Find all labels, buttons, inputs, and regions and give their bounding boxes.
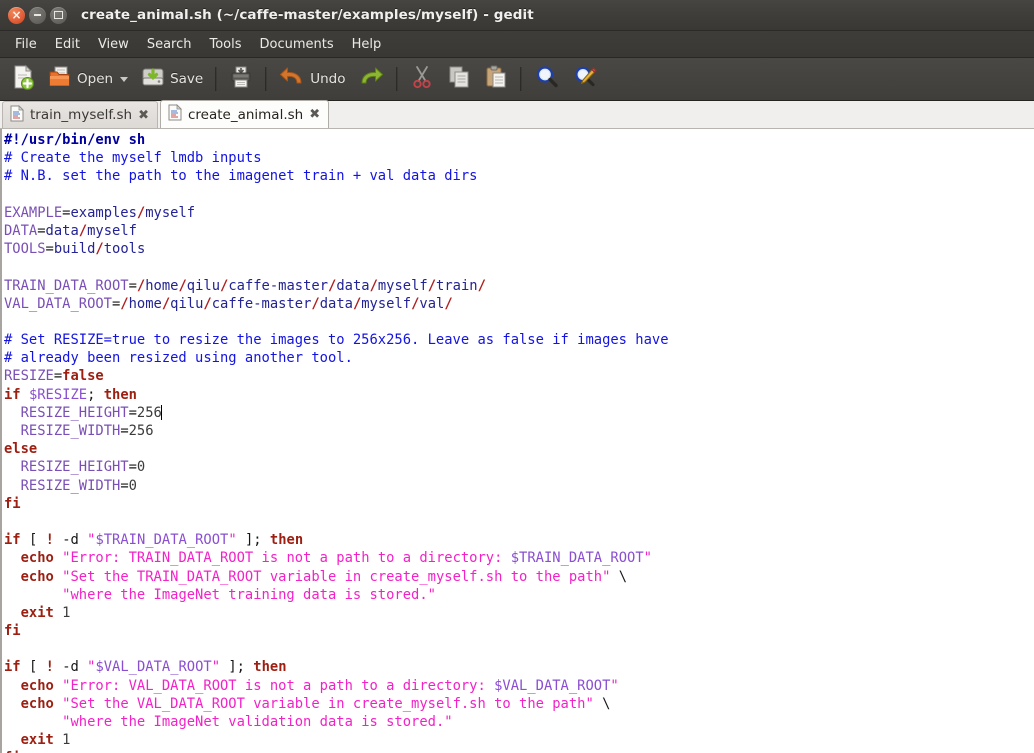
- save-button-label: Save: [170, 71, 204, 87]
- window-controls: [0, 6, 67, 24]
- toolbar-separator: [215, 67, 218, 91]
- tab-close-icon[interactable]: ✖: [309, 108, 320, 121]
- code-line: RESIZE_HEIGHT=256: [20, 404, 162, 421]
- code-line: else: [4, 441, 38, 458]
- menu-help[interactable]: Help: [343, 34, 391, 55]
- menu-edit[interactable]: Edit: [46, 34, 89, 55]
- menu-documents[interactable]: Documents: [251, 34, 343, 55]
- paste-clipboard-icon: [484, 64, 508, 94]
- title-bar: create_animal.sh (~/caffe-master/example…: [0, 0, 1034, 31]
- code-line: RESIZE_WIDTH=0: [20, 477, 137, 494]
- code-line: TOOLS=build/tools: [4, 241, 146, 258]
- toolbar-separator: [396, 67, 399, 91]
- code-line: fi: [4, 623, 21, 640]
- code-line: if [ ! -d "$VAL_DATA_ROOT" ]; then: [4, 659, 287, 676]
- undo-arrow-icon: [279, 64, 305, 94]
- code-line: DATA=data/myself: [4, 222, 137, 239]
- code-line: EXAMPLE=examples/myself: [4, 204, 196, 221]
- code-line: fi: [4, 495, 21, 512]
- new-document-icon: [11, 64, 35, 94]
- tab-label: create_animal.sh: [187, 106, 304, 123]
- undo-button[interactable]: Undo: [273, 62, 351, 96]
- menu-view[interactable]: View: [89, 34, 138, 55]
- code-line: # Set RESIZE=true to resize the images t…: [4, 332, 669, 349]
- menu-bar: File Edit View Search Tools Documents He…: [0, 31, 1034, 58]
- tab-close-icon[interactable]: ✖: [138, 109, 149, 122]
- toolbar-separator: [265, 67, 268, 91]
- code-line: "where the ImageNet training data is sto…: [62, 586, 436, 603]
- find-button[interactable]: [528, 62, 566, 96]
- tab-create-animal[interactable]: create_animal.sh ✖: [159, 100, 330, 128]
- magnifier-icon: [534, 64, 560, 94]
- print-icon: [229, 64, 253, 94]
- code-line: RESIZE_HEIGHT=0: [20, 459, 146, 476]
- window-title: create_animal.sh (~/caffe-master/example…: [81, 7, 534, 23]
- code-line: # N.B. set the path to the imagenet trai…: [4, 168, 478, 185]
- close-button[interactable]: [8, 6, 25, 24]
- text-cursor: [160, 404, 162, 420]
- maximize-button[interactable]: [50, 6, 67, 24]
- save-icon: [141, 64, 165, 94]
- code-line: # already been resized using another too…: [4, 350, 353, 367]
- chevron-down-icon[interactable]: [120, 76, 129, 82]
- copy-icon: [447, 64, 471, 94]
- cut-button[interactable]: [404, 62, 440, 96]
- scissors-icon: [410, 64, 434, 94]
- menu-file[interactable]: File: [6, 34, 46, 55]
- code-line: exit 1: [20, 604, 71, 621]
- code-line: echo "Error: TRAIN_DATA_ROOT is not a pa…: [20, 550, 652, 567]
- editor-area[interactable]: #!/usr/bin/env sh # Create the myself lmd…: [0, 129, 1034, 753]
- file-icon: [10, 104, 24, 126]
- source-code-view[interactable]: #!/usr/bin/env sh # Create the myself lmd…: [2, 129, 1034, 753]
- code-line: # Create the myself lmdb inputs: [4, 150, 262, 167]
- code-line: TRAIN_DATA_ROOT=/home/qilu/caffe-master/…: [4, 277, 486, 294]
- replace-button[interactable]: [567, 62, 605, 96]
- tab-bar: train_myself.sh ✖ create_animal.sh ✖: [0, 100, 1034, 129]
- magnifier-pencil-icon: [573, 64, 599, 94]
- code-line: exit 1: [20, 732, 71, 749]
- code-line: RESIZE=false: [4, 368, 104, 385]
- code-line: #!/usr/bin/env sh: [4, 132, 146, 148]
- undo-button-label: Undo: [310, 71, 346, 87]
- code-line: VAL_DATA_ROOT=/home/qilu/caffe-master/da…: [4, 295, 453, 312]
- code-line: echo "Set the VAL_DATA_ROOT variable in …: [20, 695, 611, 712]
- print-button[interactable]: [223, 62, 259, 96]
- toolbar-separator: [520, 67, 523, 91]
- open-button-label: Open: [77, 71, 114, 87]
- redo-button[interactable]: [352, 62, 390, 96]
- save-button[interactable]: Save: [135, 62, 209, 96]
- file-icon: [168, 104, 182, 125]
- redo-arrow-icon: [358, 64, 384, 94]
- copy-button[interactable]: [441, 62, 477, 96]
- open-folder-icon: [48, 64, 72, 94]
- code-line: if [ ! -d "$TRAIN_DATA_ROOT" ]; then: [4, 532, 304, 549]
- code-line: "where the ImageNet validation data is s…: [62, 714, 453, 730]
- menu-search[interactable]: Search: [138, 34, 201, 55]
- tab-train-myself[interactable]: train_myself.sh ✖: [2, 101, 158, 128]
- minimize-button[interactable]: [29, 6, 46, 24]
- tab-label: train_myself.sh: [30, 107, 133, 123]
- open-button[interactable]: Open: [42, 62, 134, 96]
- paste-button[interactable]: [478, 62, 514, 96]
- menu-tools[interactable]: Tools: [200, 34, 250, 55]
- code-line: echo "Set the TRAIN_DATA_ROOT variable i…: [20, 568, 628, 585]
- code-line: echo "Error: VAL_DATA_ROOT is not a path…: [20, 677, 619, 694]
- new-document-button[interactable]: [5, 62, 41, 96]
- code-line: RESIZE_WIDTH=256: [20, 423, 154, 439]
- code-line: if $RESIZE; then: [4, 386, 137, 403]
- toolbar: Open Save Undo: [0, 58, 1034, 101]
